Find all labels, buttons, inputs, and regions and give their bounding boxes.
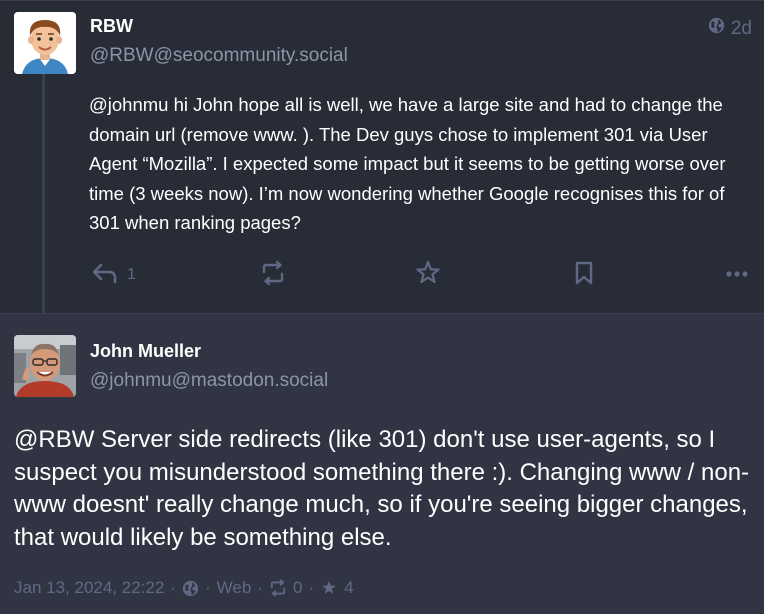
star-icon	[414, 259, 442, 292]
display-name-johnmu[interactable]: John Mueller	[90, 341, 201, 362]
separator: ·	[308, 578, 315, 597]
star-icon[interactable]	[320, 579, 338, 597]
more-icon	[725, 266, 749, 284]
status-content-rbw: @johnmu hi John hope all is well, we hav…	[89, 94, 726, 233]
boost-button[interactable]	[260, 257, 286, 293]
handle-rbw[interactable]: @RBW@seocommunity.social	[90, 45, 348, 67]
reply-icon	[91, 262, 119, 289]
boost-icon[interactable]	[269, 579, 287, 597]
separator: ·	[204, 578, 211, 597]
timestamp[interactable]: Jan 13, 2024, 22:22	[14, 578, 164, 598]
bookmark-button[interactable]	[573, 257, 595, 293]
avatar-rbw[interactable]	[14, 12, 76, 74]
thread-line	[42, 73, 45, 313]
application-name[interactable]: Web	[217, 578, 252, 598]
handle-johnmu[interactable]: @johnmu@mastodon.social	[90, 370, 328, 392]
reply-button[interactable]: 1	[91, 257, 136, 293]
separator: ·	[257, 578, 263, 597]
boost-count[interactable]: 0	[293, 578, 302, 598]
separator: ·	[170, 578, 176, 597]
avatar-johnmu[interactable]	[14, 335, 76, 397]
bookmark-icon	[573, 260, 595, 291]
status-action-bar: 1	[89, 257, 754, 293]
more-button[interactable]	[725, 257, 749, 293]
relative-time[interactable]: 2d	[731, 18, 752, 40]
favourite-button[interactable]	[414, 257, 442, 293]
boost-icon	[260, 260, 286, 291]
display-name-rbw[interactable]: RBW	[90, 16, 133, 37]
status-content-johnmu: @RBW Server side redirects (like 301) do…	[14, 426, 750, 551]
globe-icon	[708, 17, 725, 40]
favourite-count[interactable]: 4	[344, 578, 353, 598]
globe-icon	[182, 580, 199, 597]
status-meta-rbw[interactable]: 2d	[708, 17, 752, 40]
detailed-status-meta: Jan 13, 2024, 22:22 · · Web · 0 · 4	[14, 576, 354, 600]
reply-count: 1	[127, 266, 136, 283]
